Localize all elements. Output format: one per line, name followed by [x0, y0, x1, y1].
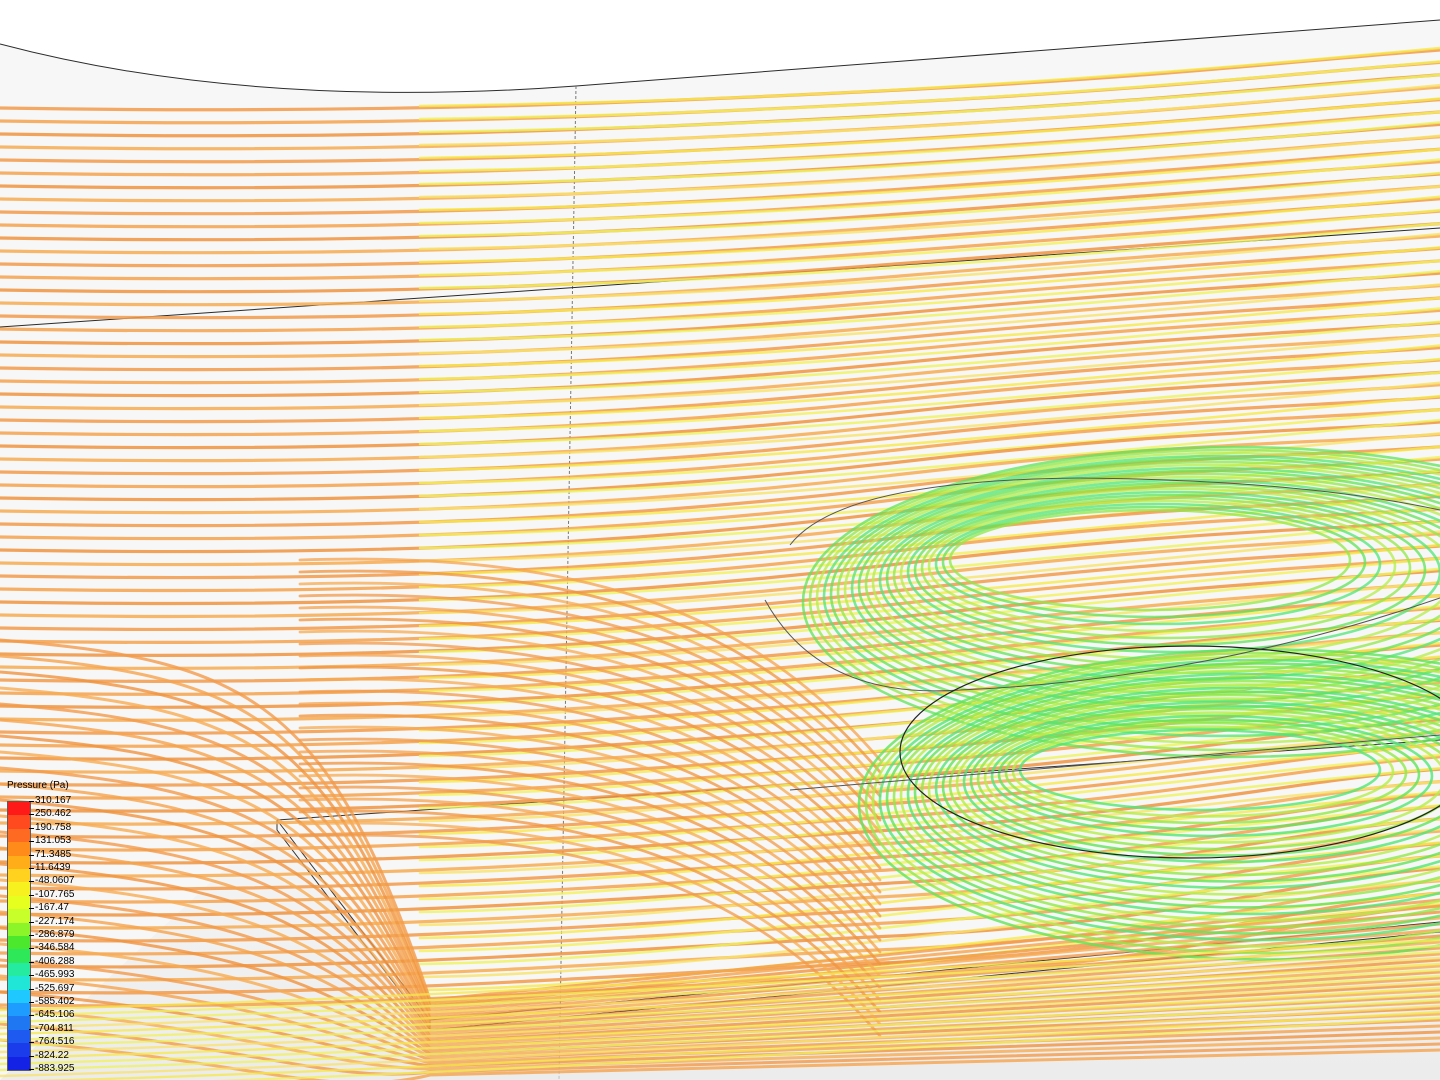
- legend-swatch: [8, 869, 30, 883]
- legend-swatch: [8, 842, 30, 857]
- legend-label: -346.584: [35, 942, 75, 954]
- legend-swatch: [8, 936, 30, 950]
- legend-swatch: [8, 802, 30, 816]
- legend-label: -525.697: [35, 982, 75, 994]
- legend-label: -704.811: [35, 1022, 74, 1034]
- legend-tick: [29, 801, 34, 802]
- legend-tick: [29, 975, 34, 977]
- pressure-legend: Pressure (Pa) 310.167 250.462 190.758 131.0…: [7, 780, 147, 1076]
- legend-swatch: [8, 922, 30, 937]
- legend-tick: [29, 935, 34, 936]
- legend-label: -764.516: [35, 1036, 75, 1048]
- legend-swatch: [8, 815, 30, 830]
- legend-label: -107.765: [35, 888, 75, 900]
- legend-label: -48.0607: [35, 875, 75, 887]
- legend-label: 11.6439: [35, 862, 71, 873]
- legend-label: 190.758: [35, 821, 72, 833]
- legend-tick: [29, 921, 34, 923]
- legend-tick: [29, 841, 34, 843]
- legend-swatch: [8, 949, 30, 964]
- legend-swatch: [8, 895, 30, 910]
- legend-label: -465.993: [35, 969, 75, 981]
- legend-tick: [29, 1069, 34, 1070]
- legend-color-bar: [7, 801, 31, 1071]
- legend-label: -286.879: [35, 929, 75, 940]
- legend-title: Pressure (Pa): [7, 780, 69, 791]
- legend-tick: [29, 1015, 34, 1017]
- legend-tick: [29, 1055, 34, 1057]
- legend-label: -883.925: [35, 1063, 75, 1074]
- legend-label: -645.106: [35, 1009, 75, 1021]
- legend-tick: [29, 881, 34, 883]
- legend-tick: [29, 961, 34, 963]
- legend-tick: [29, 854, 34, 856]
- legend-swatch: [8, 1029, 30, 1044]
- legend-label: -585.402: [35, 996, 75, 1007]
- legend-label: -227.174: [35, 915, 75, 927]
- legend-tick: [29, 1042, 34, 1044]
- legend-swatch: [8, 909, 30, 924]
- legend-swatch: [8, 1003, 30, 1017]
- legend-tick: [29, 868, 34, 869]
- legend-label: -824.22: [35, 1049, 69, 1061]
- legend-label: 310.167: [35, 795, 72, 806]
- legend-label: 131.053: [35, 835, 72, 847]
- legend-tick: [29, 894, 34, 896]
- legend-tick: [29, 1002, 34, 1003]
- legend-swatch: [8, 855, 30, 870]
- legend-tick: [29, 827, 34, 829]
- legend-label: -167.47: [35, 902, 69, 914]
- legend-tick: [29, 814, 34, 816]
- legend-swatch: [8, 1043, 30, 1058]
- legend-swatch: [8, 1056, 30, 1071]
- legend-tick: [29, 948, 34, 950]
- legend-tick: [29, 988, 34, 990]
- legend-swatch: [8, 962, 30, 977]
- legend-swatch: [8, 989, 30, 1004]
- legend-swatch: [8, 882, 30, 897]
- legend-tick: [29, 1028, 34, 1030]
- legend-swatch: [8, 828, 30, 843]
- cfd-viewport[interactable]: [0, 0, 1440, 1080]
- legend-swatch: [8, 976, 30, 991]
- legend-label: 250.462: [35, 808, 72, 820]
- legend-label: 71.3485: [35, 848, 72, 860]
- legend-label: -406.288: [35, 955, 75, 967]
- legend-swatch: [8, 1016, 30, 1031]
- legend-tick: [29, 908, 34, 910]
